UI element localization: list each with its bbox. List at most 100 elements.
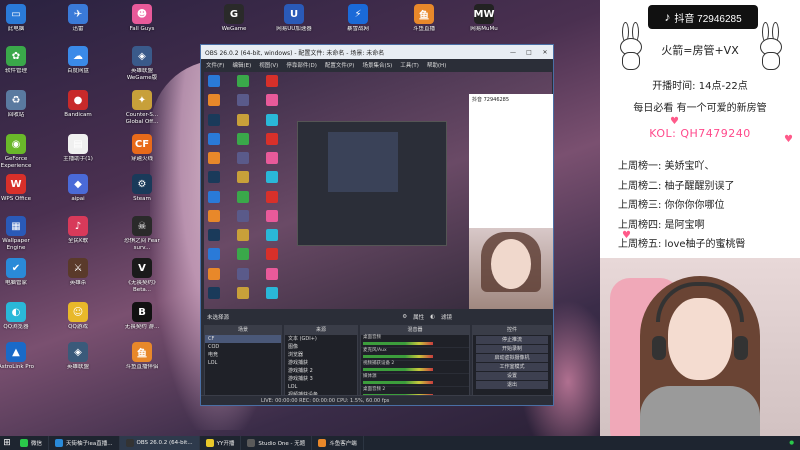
- filters-button[interactable]: 滤镜: [441, 313, 552, 321]
- desktop-icon-label: 恐惧之间 Fear surv...: [124, 238, 160, 251]
- menu-item[interactable]: 视图(V): [259, 61, 278, 69]
- scene-item[interactable]: CF: [205, 335, 281, 343]
- minimize-button[interactable]: —: [505, 49, 521, 56]
- source-item[interactable]: LOL: [285, 383, 357, 391]
- preview-icon: [237, 248, 249, 261]
- desktop-icon[interactable]: ☺ QQ游戏: [54, 300, 102, 344]
- desktop-icon[interactable]: ● Bandicam: [54, 88, 102, 132]
- menu-item[interactable]: 文件(F): [206, 61, 224, 69]
- douyin-badge: ♪ 抖音 72946285: [648, 5, 758, 29]
- menu-item[interactable]: 工具(T): [400, 61, 419, 69]
- desktop-icon[interactable]: ◐ QQ浏览器: [0, 300, 40, 344]
- taskbar-item[interactable]: OBS 26.0.2 (64-bit...: [119, 436, 200, 450]
- source-item[interactable]: 游戏捕获: [285, 359, 357, 367]
- control-button[interactable]: 设置: [476, 372, 548, 380]
- scene-item[interactable]: 电竞: [205, 351, 281, 359]
- desktop-icon[interactable]: CF 穿越火线: [118, 132, 166, 176]
- desktop-icon[interactable]: ✔ 电脑管家: [0, 256, 40, 300]
- mixer-channel[interactable]: 视频捕获设备 2: [361, 361, 469, 374]
- desktop-icon[interactable]: ✿ 软件管理: [0, 44, 40, 88]
- mixer-channel[interactable]: 媒体源: [361, 374, 469, 387]
- source-item[interactable]: 图像: [285, 343, 357, 351]
- volume-meter[interactable]: [363, 342, 433, 345]
- desktop-icon-label: 百度网盘: [66, 68, 89, 74]
- mixer-channel[interactable]: 麦克风/Aux: [361, 348, 469, 361]
- preview-icon: [266, 267, 278, 280]
- rank-3: 上周榜三: 你你你你哪位: [618, 200, 725, 211]
- desktop-icon[interactable]: MW 网易MuMu: [460, 2, 508, 46]
- start-button[interactable]: ⊞: [0, 436, 14, 450]
- preview-icon: [208, 75, 220, 87]
- control-button[interactable]: 开始录制: [476, 345, 548, 353]
- desktop-icon[interactable]: 鱼斗鱼直播: [400, 2, 448, 46]
- desktop-icon[interactable]: ◈ 英雄联盟 WeGame版: [118, 44, 166, 88]
- gear-icon[interactable]: ⚙: [402, 314, 407, 320]
- scene-item[interactable]: LOL: [205, 359, 281, 367]
- maximize-button[interactable]: □: [521, 49, 537, 56]
- desktop-icon[interactable]: ◆ aipai: [54, 172, 102, 216]
- taskbar-item[interactable]: Studio One - 无题: [241, 436, 313, 450]
- rank-4: 上周榜四: 是阿宝啊: [618, 220, 705, 231]
- wechat-tray-icon[interactable]: ●: [789, 440, 794, 446]
- desktop-icon[interactable]: ✦ Counter-S... Global Off...: [118, 88, 166, 132]
- control-button[interactable]: 退出: [476, 381, 548, 389]
- close-button[interactable]: ✕: [537, 49, 553, 56]
- obs-window[interactable]: OBS 26.0.2 (64-bit, windows) - 配置文件: 未命名…: [200, 44, 554, 406]
- desktop-icon[interactable]: B 无畏契约 游...: [118, 300, 166, 344]
- desktop-icon[interactable]: W WPS Office: [0, 172, 40, 216]
- taskbar-item[interactable]: YY开播: [200, 436, 242, 450]
- control-button[interactable]: 工作室模式: [476, 363, 548, 371]
- sources-title: 来源: [285, 326, 357, 335]
- app-icon: ☻: [132, 4, 152, 24]
- desktop-icon[interactable]: G WeGame: [210, 2, 258, 46]
- desktop-icon[interactable]: ⚔ 英雄杀: [54, 256, 102, 300]
- source-item[interactable]: 游戏捕获 3: [285, 375, 357, 383]
- desktop-icon[interactable]: ▭ 此电脑: [0, 2, 40, 46]
- taskbar-item[interactable]: 斗鱼客户端: [312, 436, 364, 450]
- menu-item[interactable]: 配置文件(P): [325, 61, 355, 69]
- desktop-icon[interactable]: ▦ Wallpaper Engine: [0, 214, 40, 258]
- desktop-icon[interactable]: ♻ 回收站: [0, 88, 40, 132]
- control-button[interactable]: 启动虚拟摄像机: [476, 354, 548, 362]
- desktop-icon[interactable]: ☠ 恐惧之间 Fear surv...: [118, 214, 166, 258]
- desktop-icon[interactable]: ☁ 百度网盘: [54, 44, 102, 88]
- source-item[interactable]: 游戏捕获 2: [285, 367, 357, 375]
- desktop-icon[interactable]: ◉ GeForce Experience: [0, 132, 40, 176]
- mixer-channel-label: 桌面音频 2: [363, 387, 386, 392]
- preview-icon: [266, 286, 278, 299]
- preview-icon: [208, 190, 220, 203]
- desktop-icon[interactable]: ☻ Fall Guys: [118, 2, 166, 46]
- desktop-icon[interactable]: V 《无畏契约》Beta...: [118, 256, 166, 300]
- desktop-icon-label: Fall Guys: [129, 26, 155, 32]
- menu-item[interactable]: 场景集合(S): [362, 61, 392, 69]
- taskbar-item[interactable]: 微信: [14, 436, 50, 450]
- desktop-icon[interactable]: ⚡ 暴雪战网: [334, 2, 382, 46]
- control-button[interactable]: 停止推流: [476, 336, 548, 344]
- menu-item[interactable]: 帮助(H): [427, 61, 446, 69]
- desktop-icon[interactable]: ⚙ Steam: [118, 172, 166, 216]
- volume-meter[interactable]: [363, 381, 433, 384]
- source-item[interactable]: 浏览器: [285, 351, 357, 359]
- desktop-icon[interactable]: 鱼斗鱼直播伴侣: [118, 340, 166, 384]
- obs-titlebar[interactable]: OBS 26.0.2 (64-bit, windows) - 配置文件: 未命名…: [201, 45, 553, 59]
- desktop-icon[interactable]: ✈ 迅雷: [54, 2, 102, 46]
- volume-meter[interactable]: [363, 368, 433, 371]
- menu-item[interactable]: 编辑(E): [232, 61, 251, 69]
- desktop-icon[interactable]: ▤ 主播助手(1): [54, 132, 102, 176]
- desktop-icon[interactable]: ▲ AstroLink Pro: [0, 340, 40, 384]
- mixer-channel[interactable]: 桌面音频: [361, 335, 469, 348]
- system-tray[interactable]: ●: [789, 440, 800, 446]
- obs-preview[interactable]: 抖音 72946285: [204, 72, 553, 309]
- desktop-icon[interactable]: ◈ 英雄联盟: [54, 340, 102, 384]
- taskbar-app-icon: [205, 439, 214, 447]
- source-item[interactable]: 文本 (GDI+): [285, 335, 357, 343]
- filter-icon[interactable]: ◐: [430, 314, 435, 320]
- taskbar-item[interactable]: 天街柚子lea直播...: [49, 436, 120, 450]
- scene-item[interactable]: COD: [205, 343, 281, 351]
- desktop-icon[interactable]: ♪ 全民K歌: [54, 214, 102, 258]
- properties-button[interactable]: 属性: [413, 313, 424, 321]
- desktop-icon[interactable]: U 网易UU加速器: [270, 2, 318, 46]
- volume-meter[interactable]: [363, 355, 433, 358]
- menu-item[interactable]: 停靠部件(D): [286, 61, 317, 69]
- taskbar-item-label: 微信: [31, 441, 43, 447]
